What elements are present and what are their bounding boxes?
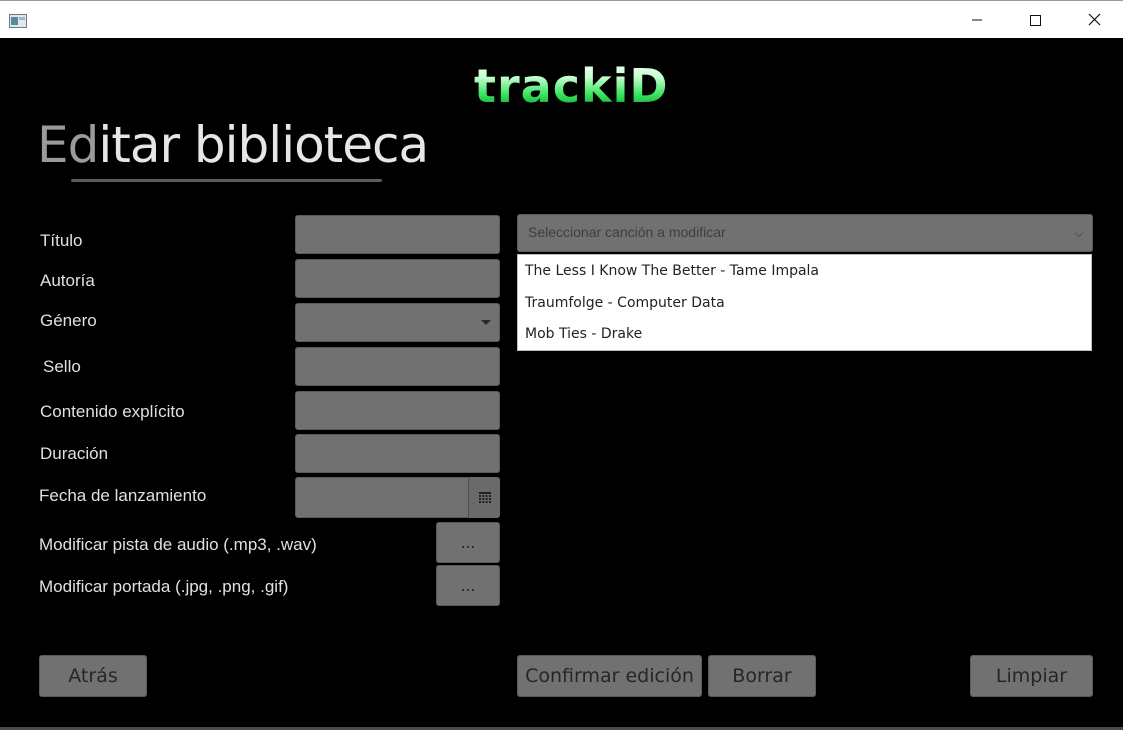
audio-label: Modificar pista de audio (.mp3, .wav) bbox=[39, 535, 317, 554]
explicito-input[interactable] bbox=[295, 391, 500, 430]
explicito-label: Contenido explícito bbox=[40, 402, 185, 421]
titulo-input[interactable] bbox=[295, 215, 500, 254]
window-title-bar bbox=[0, 0, 1123, 38]
maximize-icon bbox=[1029, 11, 1041, 30]
minimize-button[interactable] bbox=[948, 1, 1006, 39]
autoria-label: Autoría bbox=[40, 271, 95, 290]
page-title-part1: Ed bbox=[37, 116, 99, 174]
back-button[interactable]: Atrás bbox=[39, 655, 147, 697]
minimize-icon bbox=[971, 11, 983, 30]
close-button[interactable] bbox=[1065, 1, 1123, 39]
song-option[interactable]: The Less I Know The Better - Tame Impala bbox=[525, 263, 819, 279]
calendar-icon bbox=[478, 488, 491, 507]
page-title-part2: itar biblioteca bbox=[98, 116, 429, 174]
song-option[interactable]: Mob Ties - Drake bbox=[525, 326, 642, 342]
clear-button[interactable]: Limpiar bbox=[970, 655, 1093, 697]
song-option[interactable]: Traumfolge - Computer Data bbox=[525, 295, 725, 311]
close-icon bbox=[1088, 11, 1101, 30]
chevron-down-icon bbox=[1074, 228, 1084, 238]
date-picker-button[interactable] bbox=[468, 477, 500, 518]
chevron-down-icon bbox=[481, 320, 491, 325]
delete-button[interactable]: Borrar bbox=[708, 655, 816, 697]
sello-label: Sello bbox=[43, 357, 81, 376]
song-dropdown-list: The Less I Know The Better - Tame Impala… bbox=[517, 254, 1092, 351]
duracion-input[interactable] bbox=[295, 434, 500, 473]
portada-label: Modificar portada (.jpg, .png, .gif) bbox=[39, 577, 289, 596]
app-logo: trackiD bbox=[474, 56, 669, 116]
fecha-label: Fecha de lanzamiento bbox=[39, 486, 207, 505]
maximize-button[interactable] bbox=[1006, 1, 1064, 39]
song-select-placeholder: Seleccionar canción a modificar bbox=[528, 224, 726, 240]
fecha-input[interactable] bbox=[295, 477, 469, 518]
titulo-label: Título bbox=[40, 231, 83, 250]
confirm-edit-button[interactable]: Confirmar edición bbox=[517, 655, 702, 697]
audio-browse-button[interactable]: ... bbox=[436, 522, 500, 563]
genero-select[interactable] bbox=[295, 303, 500, 342]
autoria-input[interactable] bbox=[295, 259, 500, 298]
sello-input[interactable] bbox=[295, 347, 500, 386]
genero-label: Género bbox=[40, 311, 97, 330]
duracion-label: Duración bbox=[40, 444, 109, 463]
window-app-icon bbox=[9, 13, 27, 28]
title-underline bbox=[71, 179, 382, 182]
page-title: Editar biblioteca bbox=[37, 112, 429, 178]
song-select[interactable]: Seleccionar canción a modificar bbox=[517, 214, 1093, 252]
portada-browse-button[interactable]: ... bbox=[436, 565, 500, 606]
